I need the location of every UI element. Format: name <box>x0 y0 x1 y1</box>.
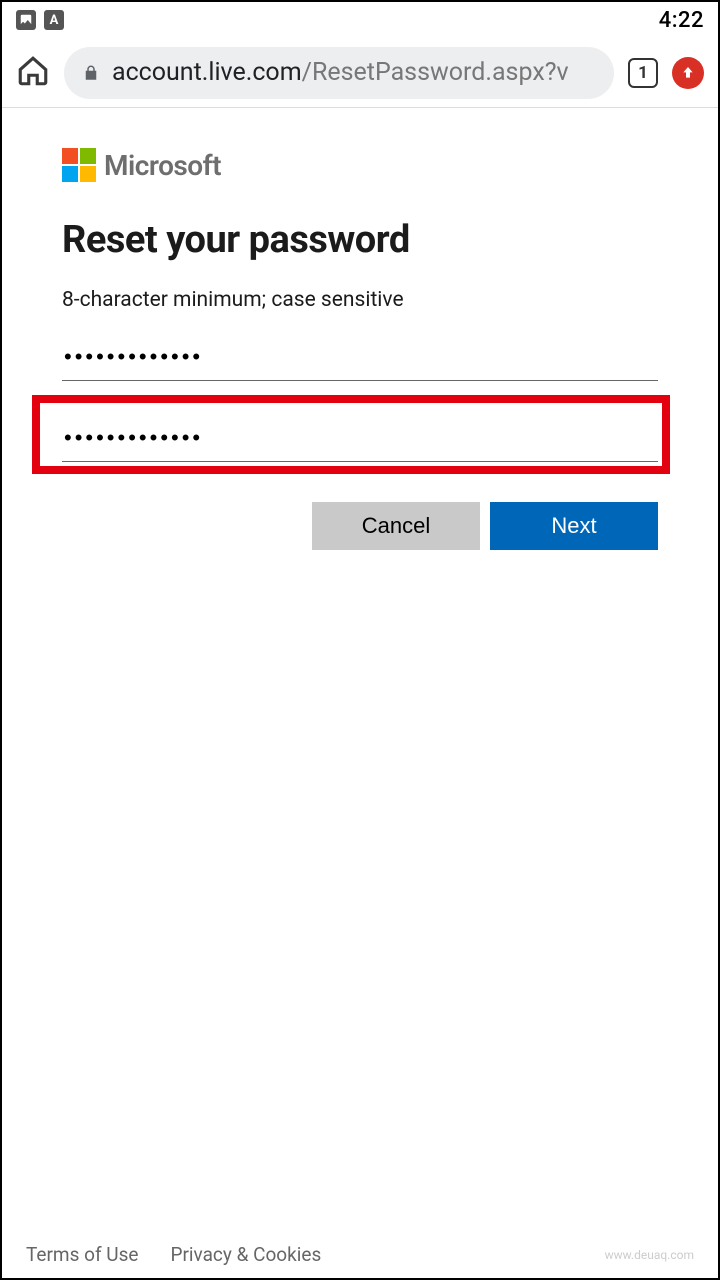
microsoft-wordmark: Microsoft <box>104 149 221 182</box>
watermark: www.deuaq.com <box>605 1248 694 1262</box>
address-bar[interactable]: account.live.com/ResetPassword.aspx?v <box>64 47 614 99</box>
text-notification-icon: A <box>44 10 64 30</box>
tab-switcher[interactable]: 1 <box>628 58 658 88</box>
status-bar: A 4:22 <box>2 2 718 38</box>
cancel-button[interactable]: Cancel <box>312 502 480 550</box>
url-path: /ResetPassword.aspx?v <box>302 58 569 87</box>
password-hint: 8-character minimum; case sensitive <box>62 288 658 312</box>
tab-count-value: 1 <box>638 63 648 83</box>
url-host: account.live.com <box>112 58 302 87</box>
clock: 4:22 <box>659 8 704 33</box>
lock-icon <box>82 64 100 82</box>
button-row: Cancel Next <box>62 502 658 550</box>
microsoft-logo: Microsoft <box>62 148 658 182</box>
new-password-input[interactable] <box>62 334 658 381</box>
home-icon[interactable] <box>16 54 50 92</box>
page-title: Reset your password <box>62 218 658 262</box>
next-button[interactable]: Next <box>490 502 658 550</box>
footer: Terms of Use Privacy & Cookies www.deuaq… <box>26 1243 694 1266</box>
privacy-link[interactable]: Privacy & Cookies <box>170 1243 321 1266</box>
image-notification-icon <box>16 10 36 30</box>
microsoft-logo-icon <box>62 148 96 182</box>
page-content: Microsoft Reset your password 8-characte… <box>2 108 718 550</box>
status-icons: A <box>16 10 64 30</box>
url-text: account.live.com/ResetPassword.aspx?v <box>112 58 569 87</box>
browser-toolbar: account.live.com/ResetPassword.aspx?v 1 <box>2 38 718 108</box>
terms-link[interactable]: Terms of Use <box>26 1243 138 1266</box>
update-icon[interactable] <box>672 57 704 89</box>
confirm-password-input[interactable] <box>62 415 658 462</box>
